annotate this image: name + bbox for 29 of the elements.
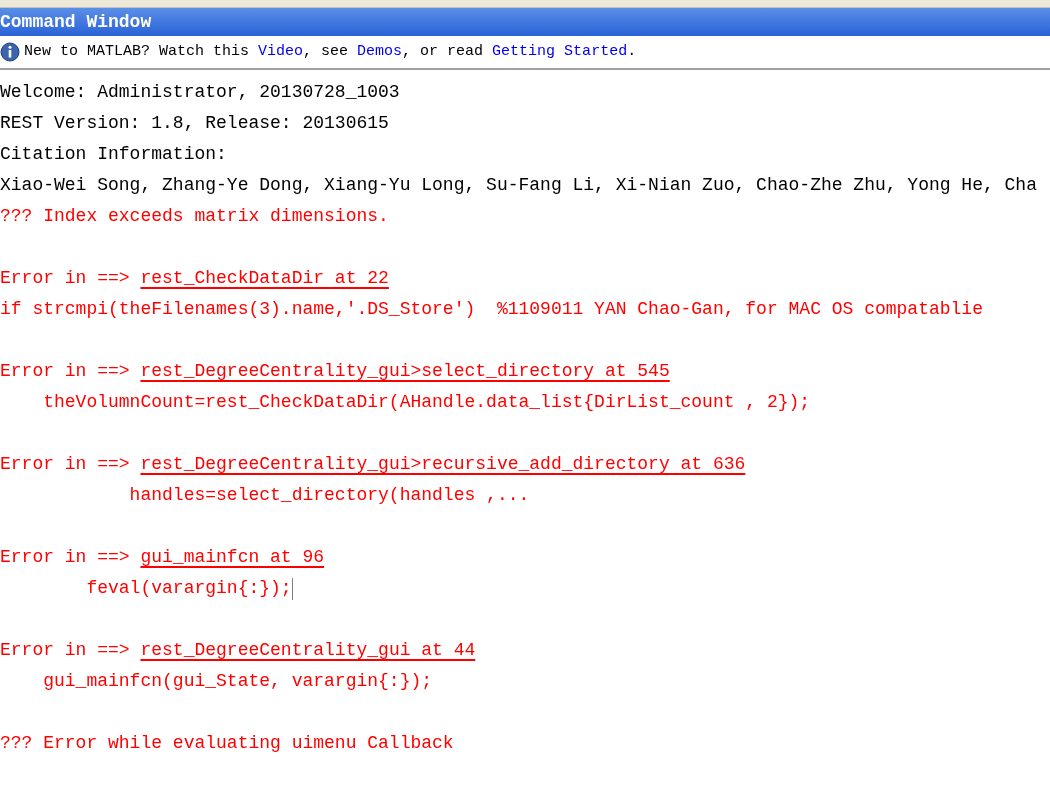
error-prefix: Error in ==> [0,453,131,476]
error-prefix: Error in ==> [0,639,131,662]
error-prefix: Error in ==> [0,360,131,383]
output-line: REST Version: 1.8, Release: 20130615 [0,112,389,135]
error-prefix: Error in ==> [0,546,131,569]
output-line: Citation Information: [0,143,227,166]
error-location-link[interactable]: rest_DegreeCentrality_gui>recursive_add_directory at 636 [140,449,746,480]
help-link[interactable]: Demos [357,40,403,64]
info-text: , or read [402,41,485,62]
error-line: ??? Index exceeds matrix dimensions. [0,205,389,228]
error-line: if strcmpi(theFilenames(3).name,'.DS_Store') %1109011 YAN Chao-Gan, for MAC OS compatablie [0,298,983,321]
error-line: ??? Error while evaluating uimenu Callback [0,732,454,755]
info-text: , see [303,41,350,62]
error-location-link[interactable]: rest_DegreeCentrality_gui>select_directory at 545 [140,356,670,387]
window-title: Command Window [0,10,152,34]
error-line: handles=select_directory(handles ,... [128,484,530,507]
output-line: Welcome: Administrator, 20130728_1003 [0,81,400,104]
error-line: theVolumnCount=rest_CheckDataDir(AHandle.data_list{DirList_count , 2}); [42,391,811,414]
info-text: . [627,41,637,62]
error-line: feval(varargin{:}); [85,577,292,600]
error-location-link[interactable]: gui_mainfcn at 96 [140,542,325,573]
error-location-link[interactable]: rest_CheckDataDir at 22 [140,263,389,294]
help-link[interactable]: Getting Started [492,40,628,64]
output-line: Xiao-Wei Song, Zhang-Ye Dong, Xiang-Yu Long, Su-Fang Li, Xi-Nian Zuo, Chao-Zhe Zhu, Yong He, Cha [0,174,1037,197]
error-prefix: Error in ==> [0,267,131,290]
error-line: gui_mainfcn(gui_State, varargin{:}); [42,670,433,693]
error-location-link[interactable]: rest_DegreeCentrality_gui at 44 [140,635,476,666]
info-text: New to MATLAB? Watch this [24,41,251,62]
help-link[interactable]: Video [258,40,304,64]
